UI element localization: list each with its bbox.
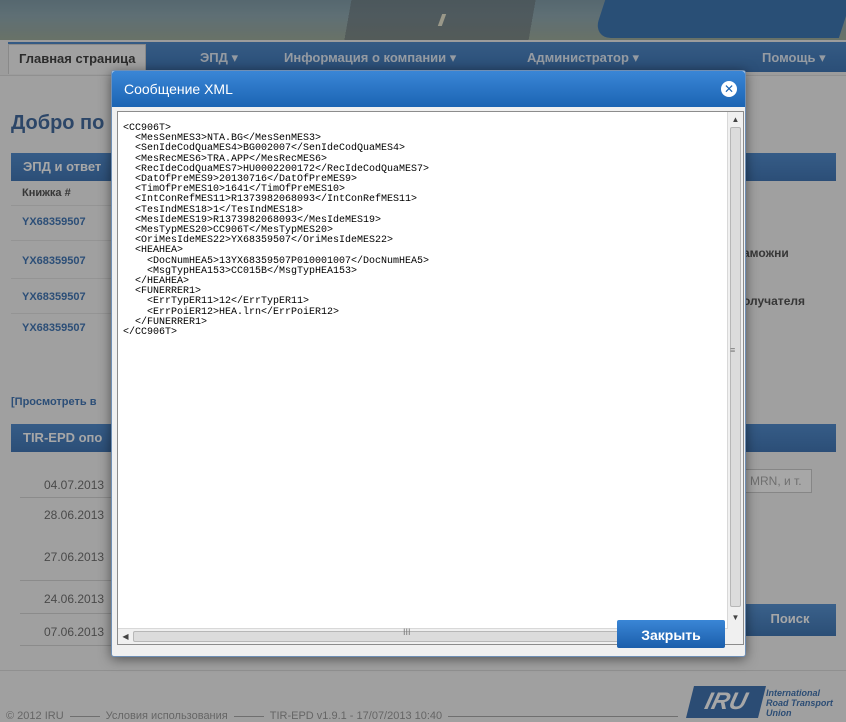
scroll-grip-icon: ≡ — [730, 345, 736, 355]
dialog-title: Сообщение XML — [124, 81, 233, 97]
close-icon[interactable]: ✕ — [721, 81, 737, 97]
scroll-up-icon[interactable]: ▲ — [728, 112, 743, 127]
scroll-grip-icon: III — [403, 627, 411, 637]
scroll-down-icon[interactable]: ▼ — [728, 610, 743, 625]
xml-text: <CC906T> <MesSenMES3>NTA.BG</MesSenMES3>… — [123, 123, 430, 339]
dialog-title-bar: Сообщение XML ✕ — [112, 71, 745, 107]
xml-message-dialog: Сообщение XML ✕ <CC906T> <MesSenMES3>NTA… — [111, 70, 746, 657]
vertical-scroll-thumb[interactable] — [730, 127, 741, 607]
xml-content: <CC906T> <MesSenMES3>NTA.BG</MesSenMES3>… — [118, 112, 728, 608]
scroll-left-icon[interactable]: ◀ — [118, 629, 133, 644]
xml-textarea[interactable]: <CC906T> <MesSenMES3>NTA.BG</MesSenMES3>… — [117, 111, 744, 645]
close-button[interactable]: Закрыть — [617, 620, 725, 648]
vertical-scrollbar[interactable]: ▲ ≡ ▼ — [727, 112, 743, 644]
